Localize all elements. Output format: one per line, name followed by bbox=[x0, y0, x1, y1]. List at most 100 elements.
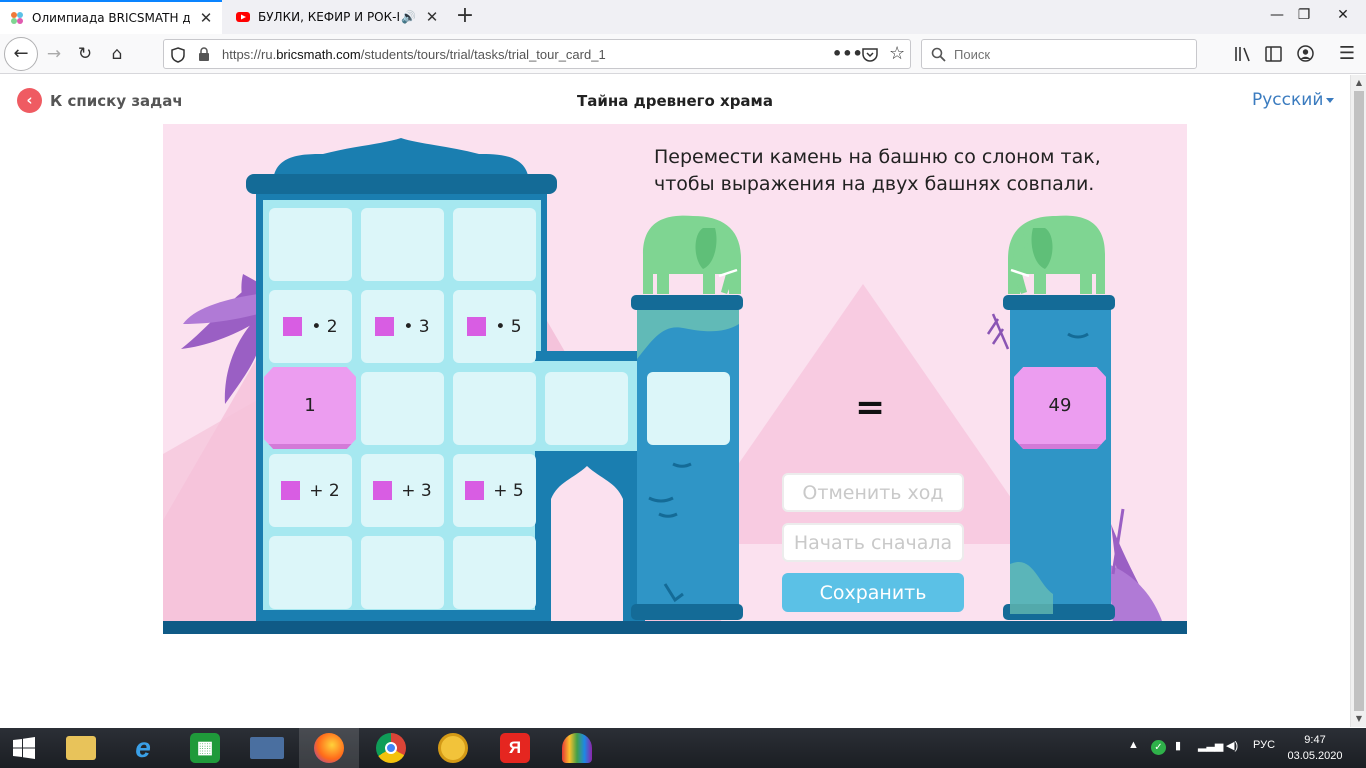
grid-cell[interactable] bbox=[269, 536, 352, 609]
tab-title: БУЛКИ, КЕФИР И РОК-Н-Р bbox=[258, 10, 399, 24]
tab-youtube[interactable]: БУЛКИ, КЕФИР И РОК-Н-Р 🔊 ✕ bbox=[226, 0, 448, 34]
system-clock[interactable]: 9:47 03.05.2020 bbox=[1282, 732, 1348, 764]
scrollbar-thumb[interactable] bbox=[1354, 91, 1364, 711]
grid-cell[interactable] bbox=[361, 372, 444, 445]
url-domain: bricsmath.com bbox=[276, 47, 361, 62]
shield-icon[interactable] bbox=[171, 47, 185, 63]
grid-cell[interactable] bbox=[453, 536, 536, 609]
taskbar-store[interactable]: ▦ bbox=[175, 728, 235, 768]
new-tab-button[interactable]: + bbox=[453, 5, 477, 29]
page-actions-icon[interactable]: ••• bbox=[832, 44, 863, 63]
grid-cell[interactable] bbox=[453, 372, 536, 445]
close-window-button[interactable]: ✕ bbox=[1320, 0, 1366, 32]
sidebar-icon[interactable] bbox=[1265, 46, 1282, 62]
grid-cell-mul-3[interactable]: • 3 bbox=[361, 290, 444, 363]
home-button[interactable]: ⌂ bbox=[103, 40, 131, 68]
operation-label: • 3 bbox=[361, 290, 444, 363]
grid-cell[interactable] bbox=[453, 208, 536, 281]
pocket-icon[interactable] bbox=[862, 47, 878, 62]
network-icon[interactable]: ▂▃▅ bbox=[1198, 739, 1223, 752]
operation-text: + 5 bbox=[493, 480, 524, 501]
right-pillar bbox=[1003, 295, 1115, 620]
grid-cell-add-3[interactable]: + 3 bbox=[361, 454, 444, 527]
taskbar-explorer[interactable] bbox=[51, 728, 111, 768]
taskbar-yandex[interactable]: Я bbox=[485, 728, 545, 768]
taskbar-paint-app[interactable] bbox=[547, 728, 607, 768]
ground-strip bbox=[163, 621, 1187, 634]
clock-date: 03.05.2020 bbox=[1287, 750, 1343, 762]
operation-label: • 2 bbox=[269, 290, 352, 363]
taskbar-app[interactable] bbox=[423, 728, 483, 768]
puzzle-scene: Перемести камень на башню со слоном так,… bbox=[163, 124, 1187, 634]
search-icon bbox=[931, 47, 946, 62]
grid-cell[interactable] bbox=[361, 536, 444, 609]
account-icon[interactable] bbox=[1297, 45, 1314, 62]
clock-time: 9:47 bbox=[1304, 734, 1326, 746]
close-tab-icon[interactable]: ✕ bbox=[198, 10, 214, 26]
url-bar[interactable]: https://ru.bricsmath.com/students/tours/… bbox=[163, 39, 911, 69]
lock-icon[interactable] bbox=[198, 47, 210, 62]
vertical-scrollbar[interactable]: ▲ ▼ bbox=[1350, 75, 1366, 727]
grid-cell-mul-5[interactable]: • 5 bbox=[453, 290, 536, 363]
grid-cell-add-5[interactable]: + 5 bbox=[453, 454, 536, 527]
library-icon[interactable] bbox=[1234, 46, 1251, 62]
operation-text: • 5 bbox=[495, 316, 522, 337]
scroll-up-icon[interactable]: ▲ bbox=[1351, 76, 1366, 90]
start-button[interactable] bbox=[0, 728, 48, 768]
undo-button[interactable]: Отменить ход bbox=[782, 473, 964, 512]
language-select[interactable]: Русский bbox=[1252, 90, 1334, 110]
show-hidden-icons[interactable]: ▲ bbox=[1128, 739, 1139, 751]
taskbar-lenovo[interactable] bbox=[237, 728, 297, 768]
bricsmath-icon bbox=[11, 12, 23, 24]
square-marker-icon bbox=[375, 317, 395, 336]
operation-label: + 3 bbox=[361, 454, 444, 527]
task-instruction: Перемести камень на башню со слоном так,… bbox=[654, 146, 1101, 195]
square-marker-icon bbox=[467, 317, 487, 336]
taskbar-ie[interactable]: e bbox=[113, 728, 173, 768]
grid-cell-add-2[interactable]: + 2 bbox=[269, 454, 352, 527]
grid-cell-mul-2[interactable]: • 2 bbox=[269, 290, 352, 363]
battery-icon[interactable]: ▮ bbox=[1175, 739, 1181, 752]
close-tab-icon[interactable]: ✕ bbox=[424, 9, 440, 25]
restart-button[interactable]: Начать сначала bbox=[782, 523, 964, 562]
youtube-icon bbox=[236, 12, 250, 22]
url-prefix: https://ru. bbox=[222, 47, 277, 62]
save-button[interactable]: Сохранить bbox=[782, 573, 964, 612]
back-button[interactable]: ← bbox=[4, 37, 38, 71]
volume-icon[interactable]: ◀) bbox=[1226, 739, 1238, 752]
internet-explorer-icon: e bbox=[135, 732, 151, 763]
movable-stone[interactable]: 1 bbox=[264, 367, 356, 449]
store-icon: ▦ bbox=[190, 733, 220, 763]
square-marker-icon bbox=[281, 481, 301, 500]
windows-taskbar: e ▦ Я ▲ ✓ ▮ ▂▃▅ ◀) РУС 9:47 03.05.2020 bbox=[0, 728, 1366, 768]
url-path: /students/tours/trial/tasks/trial_tour_c… bbox=[360, 47, 606, 62]
operation-label: + 5 bbox=[453, 454, 536, 527]
bookmark-star-icon[interactable]: ☆ bbox=[889, 43, 905, 64]
tab-title: Олимпиада BRICSMATH для у bbox=[32, 11, 190, 25]
tab-bricsmath[interactable]: Олимпиада BRICSMATH для у ✕ bbox=[0, 0, 222, 34]
pillar-target-cell[interactable] bbox=[647, 372, 730, 445]
speaker-icon[interactable]: 🔊 bbox=[401, 10, 416, 24]
operation-text: • 2 bbox=[311, 316, 338, 337]
grid-cell[interactable] bbox=[361, 208, 444, 281]
bridge-cell[interactable] bbox=[545, 372, 628, 445]
scroll-down-icon[interactable]: ▼ bbox=[1351, 712, 1366, 726]
windows-logo-icon bbox=[13, 737, 35, 759]
taskbar-chrome[interactable] bbox=[361, 728, 421, 768]
lenovo-monitor-icon bbox=[250, 737, 284, 759]
input-language[interactable]: РУС bbox=[1253, 739, 1275, 751]
menu-icon[interactable]: ☰ bbox=[1333, 40, 1361, 68]
elephant-right bbox=[1008, 215, 1105, 294]
operation-text: + 2 bbox=[309, 480, 340, 501]
security-check-icon[interactable]: ✓ bbox=[1151, 740, 1166, 755]
back-to-tasks-link[interactable]: ‹ К списку задач bbox=[17, 88, 183, 113]
operation-label: • 5 bbox=[453, 290, 536, 363]
forward-button[interactable]: → bbox=[40, 40, 68, 68]
taskbar-firefox[interactable] bbox=[299, 728, 359, 768]
left-pillar bbox=[631, 295, 743, 620]
grid-cell[interactable] bbox=[269, 208, 352, 281]
url-text[interactable]: https://ru.bricsmath.com/students/tours/… bbox=[222, 47, 606, 62]
reload-button[interactable]: ↻ bbox=[71, 40, 99, 68]
rainbow-app-icon bbox=[562, 733, 592, 763]
search-bar[interactable]: Поиск bbox=[921, 39, 1197, 69]
